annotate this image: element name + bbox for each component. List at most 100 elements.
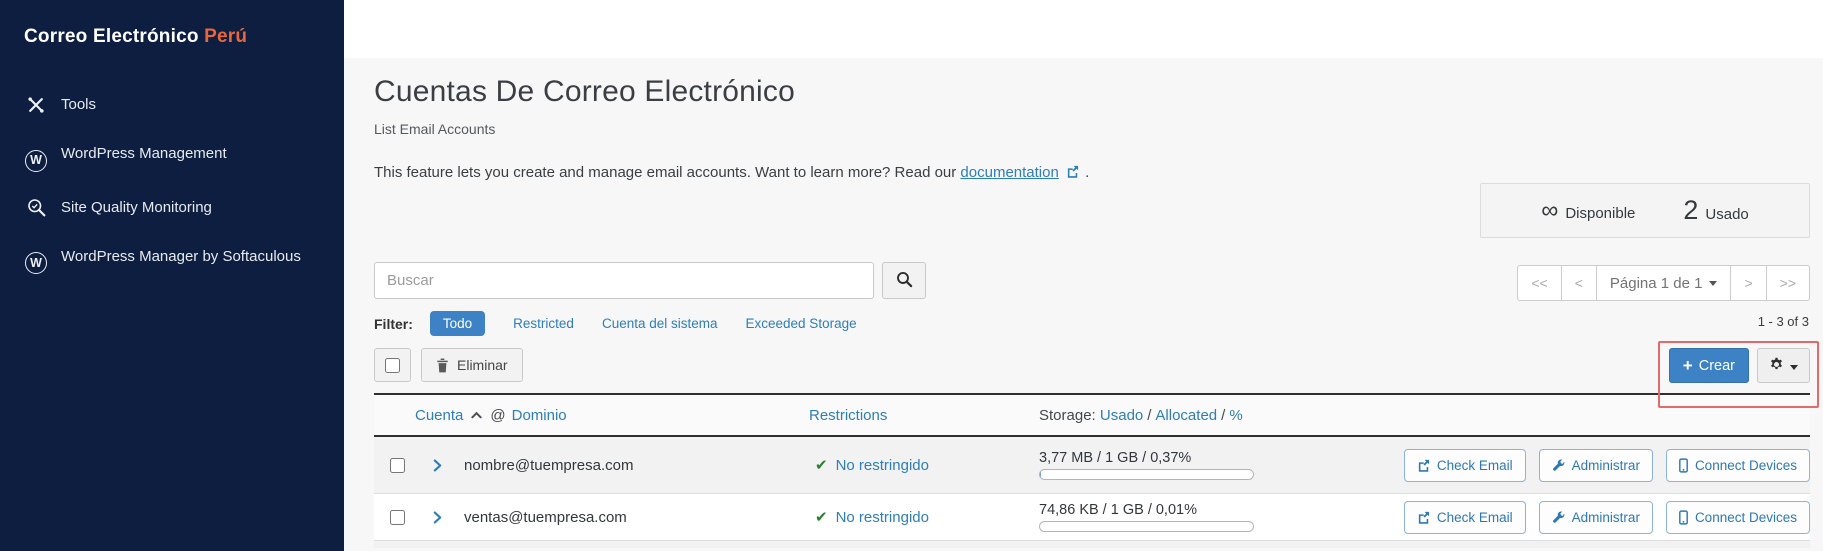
settings-dropdown-button[interactable] [1757, 348, 1810, 383]
search-row [374, 262, 926, 299]
delete-button[interactable]: Eliminar [421, 348, 523, 382]
manage-button[interactable]: Administrar [1539, 449, 1653, 482]
search-icon [896, 271, 913, 291]
main-content: Cuentas De Correo Electrónico List Email… [344, 58, 1823, 551]
check-email-button[interactable]: Check Email [1404, 501, 1526, 534]
manage-label: Administrar [1572, 510, 1640, 525]
sort-by-allocated-link[interactable]: Allocated [1155, 407, 1217, 424]
search-button[interactable] [882, 262, 926, 299]
pagination-first-button[interactable]: << [1517, 265, 1561, 301]
create-actions: + Crear [1669, 348, 1810, 383]
check-email-label: Check Email [1437, 458, 1513, 473]
connect-devices-button[interactable]: Connect Devices [1666, 449, 1810, 482]
brand-main: Correo Electrónico [24, 26, 199, 47]
account-email: nombre@tuempresa.com [464, 457, 809, 474]
pagination: << < Página 1 de 1 > >> [1517, 265, 1810, 301]
page-subtitle: List Email Accounts [374, 121, 1810, 137]
delete-label: Eliminar [457, 357, 508, 373]
account-email: ventas@tuempresa.com [464, 509, 809, 526]
sidebar-item-tools[interactable]: Tools [24, 80, 320, 129]
filter-restricted[interactable]: Restricted [513, 316, 574, 331]
restriction-status: ✔ No restringido [809, 456, 1039, 474]
select-all-button[interactable] [374, 348, 411, 382]
search-input[interactable] [374, 262, 874, 299]
table-row-partial [374, 540, 1810, 548]
external-link-icon [1417, 459, 1430, 472]
wrench-icon [1552, 459, 1565, 472]
storage-meter [1039, 521, 1254, 532]
storage-usage: 74,86 KB / 1 GB / 0,01% [1039, 502, 1369, 532]
sort-by-account-link[interactable]: Cuenta [415, 407, 463, 424]
sort-by-percent-link[interactable]: % [1229, 407, 1242, 424]
wordpress-icon: W [24, 251, 48, 275]
result-range: 1 - 3 of 3 [1758, 314, 1809, 329]
pagination-last-button[interactable]: >> [1766, 265, 1810, 301]
sidebar-item-label: Site Quality Monitoring [61, 199, 212, 216]
sidebar-item-label: WordPress Manager by Softaculous [61, 248, 301, 265]
separator: / [1147, 407, 1151, 424]
pagination-prev-button[interactable]: < [1561, 265, 1597, 301]
table-header-row: Cuenta @ Dominio Restrictions Storage: U… [374, 395, 1810, 437]
sort-by-restrictions-link[interactable]: Restrictions [809, 407, 887, 424]
used-stat: 2Usado [1683, 195, 1748, 226]
row-actions: Check Email Administrar Connect Devices [1369, 449, 1810, 482]
mobile-device-icon [1679, 510, 1688, 525]
check-icon: ✔ [815, 456, 828, 474]
email-accounts-page: Correo Electrónico Perú Tools WWordPress… [0, 0, 1823, 551]
table-row: ventas@tuempresa.com ✔ No restringido 74… [374, 493, 1810, 540]
available-label: Disponible [1565, 205, 1635, 222]
storage-column-header: Storage: Usado/Allocated/% [1039, 407, 1369, 424]
sidebar-item-wordpress-management[interactable]: WWordPress Management [24, 129, 320, 183]
expand-row-icon[interactable] [433, 511, 464, 524]
tools-icon [24, 93, 48, 117]
filter-todo[interactable]: Todo [430, 311, 485, 336]
sidebar-item-site-quality[interactable]: Site Quality Monitoring [24, 183, 320, 232]
storage-text: 74,86 KB / 1 GB / 0,01% [1039, 502, 1369, 518]
pagination-next-button[interactable]: > [1730, 265, 1766, 301]
sort-by-domain-link[interactable]: Dominio [512, 407, 567, 424]
sort-by-used-link[interactable]: Usado [1100, 407, 1143, 424]
check-icon: ✔ [815, 508, 828, 526]
storage-meter [1039, 469, 1254, 480]
filter-system-account[interactable]: Cuenta del sistema [602, 316, 718, 331]
site-quality-monitoring-icon [24, 195, 48, 219]
sidebar: Correo Electrónico Perú Tools WWordPress… [0, 0, 344, 551]
expand-row-icon[interactable] [433, 459, 464, 472]
storage-text: 3,77 MB / 1 GB / 0,37% [1039, 450, 1369, 466]
connect-devices-label: Connect Devices [1695, 510, 1797, 525]
account-column-header: Cuenta @ Dominio [374, 407, 809, 424]
pagination-page-select[interactable]: Página 1 de 1 [1596, 265, 1732, 301]
sidebar-item-wordpress-manager[interactable]: W WordPress Manager by Softaculous [24, 232, 320, 286]
gear-icon [1769, 357, 1784, 375]
email-accounts-table: Cuenta @ Dominio Restrictions Storage: U… [374, 393, 1810, 548]
external-link-icon [1417, 511, 1430, 524]
mobile-device-icon [1679, 458, 1688, 473]
trash-icon [436, 358, 449, 373]
filter-exceeded-storage[interactable]: Exceeded Storage [746, 316, 857, 331]
table-row: nombre@tuempresa.com ✔ No restringido 3,… [374, 437, 1810, 493]
brand-logo: Correo Electrónico Perú [24, 26, 320, 48]
available-stat: ∞Disponible [1541, 197, 1635, 225]
feature-description: This feature lets you create and manage … [374, 164, 1810, 182]
row-checkbox[interactable] [390, 458, 405, 473]
documentation-link[interactable]: documentation [960, 164, 1058, 181]
manage-button[interactable]: Administrar [1539, 501, 1653, 534]
plus-icon: + [1683, 357, 1693, 374]
row-checkbox[interactable] [390, 510, 405, 525]
used-label: Usado [1705, 206, 1748, 223]
create-button[interactable]: + Crear [1669, 348, 1749, 383]
caret-down-icon [1709, 281, 1717, 286]
check-email-button[interactable]: Check Email [1404, 449, 1526, 482]
sort-ascending-icon [471, 411, 482, 419]
connect-devices-label: Connect Devices [1695, 458, 1797, 473]
restriction-status: ✔ No restringido [809, 508, 1039, 526]
sidebar-nav: Tools WWordPress Management Site Quality… [24, 80, 320, 285]
wrench-icon [1552, 511, 1565, 524]
usage-summary-box: ∞Disponible 2Usado [1480, 183, 1810, 238]
connect-devices-button[interactable]: Connect Devices [1666, 501, 1810, 534]
bulk-actions: Eliminar [374, 348, 523, 382]
filter-row: Filter: Todo Restricted Cuenta del siste… [374, 311, 857, 336]
brand-accent: Perú [204, 26, 247, 47]
at-symbol: @ [490, 407, 505, 424]
select-all-checkbox[interactable] [385, 358, 400, 373]
